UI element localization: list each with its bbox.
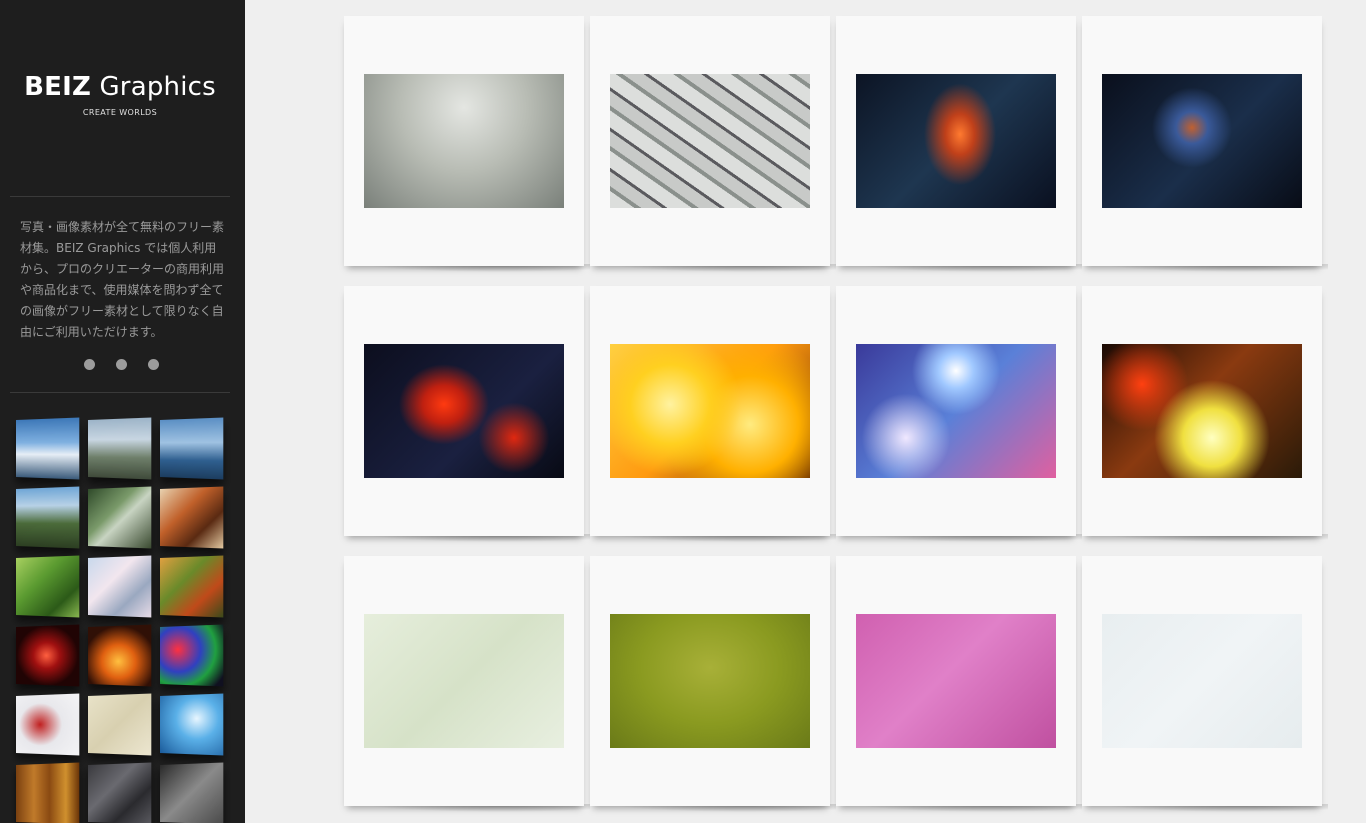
logo-title: BEIZ Graphics [0,72,240,102]
thumb-fire[interactable] [88,624,152,687]
gallery-card[interactable] [1082,16,1328,272]
site-description: 写真・画像素材が全て無料のフリー素材集。BEIZ Graphics では個人利用… [20,220,225,339]
photo-nebula-red[interactable] [364,344,564,478]
photo-cubes-runner[interactable] [364,74,564,208]
thumb-fireworks[interactable] [16,624,80,687]
gallery-grid [344,16,1328,812]
slider-dot-1[interactable] [84,359,95,370]
gallery-card[interactable] [836,286,1082,542]
thumb-stream[interactable] [88,486,152,549]
thumb-blue-glow[interactable] [160,693,224,756]
sidebar-divider-bottom [10,392,230,393]
logo-title-bold: BEIZ [24,72,91,102]
gallery-card[interactable] [344,286,590,542]
gallery-card[interactable] [1082,286,1328,542]
photo-grass-olive[interactable] [610,614,810,748]
photo-nebula-orange[interactable] [856,74,1056,208]
photo-washi-pink[interactable] [856,614,1056,748]
sidebar: BEIZ Graphics CREATE WORLDS 写真・画像素材が全て無料… [0,0,245,823]
thumb-autumn-tree[interactable] [160,486,224,549]
thumb-maple[interactable] [160,555,224,618]
thumb-gray[interactable] [160,762,224,823]
gallery-card[interactable] [590,556,836,812]
sidebar-thumbnail-grid [16,417,224,823]
thumb-cherry-blossom[interactable] [88,555,152,618]
slider-dot-3[interactable] [148,359,159,370]
thumb-paper-beige[interactable] [88,693,152,756]
thumb-green-leaves[interactable] [16,555,80,618]
slider-dots [84,359,159,370]
thumb-stone[interactable] [88,762,152,823]
photo-washi-green[interactable] [364,614,564,748]
site-logo[interactable]: BEIZ Graphics CREATE WORLDS [0,72,240,117]
thumb-sky-clouds[interactable] [16,417,80,480]
logo-title-rest: Graphics [91,72,216,102]
photo-bokeh-warm[interactable] [1102,344,1302,478]
thumb-ocean[interactable] [160,417,224,480]
photo-cubes-topdown[interactable] [610,74,810,208]
thumb-paint-splash[interactable] [16,693,80,756]
photo-nebula-blue[interactable] [1102,74,1302,208]
gallery-card[interactable] [590,286,836,542]
sidebar-divider-top [10,196,230,197]
gallery-card[interactable] [590,16,836,272]
gallery-card[interactable] [836,556,1082,812]
thumb-mountain[interactable] [88,417,152,480]
slider-dot-2[interactable] [116,359,127,370]
gallery-card[interactable] [344,556,590,812]
gallery-card[interactable] [836,16,1082,272]
thumb-wood[interactable] [16,762,80,823]
photo-bokeh-blue[interactable] [856,344,1056,478]
photo-bokeh-yellow[interactable] [610,344,810,478]
thumb-valley[interactable] [16,486,80,549]
logo-tagline: CREATE WORLDS [82,108,158,117]
photo-paper-white[interactable] [1102,614,1302,748]
gallery-card[interactable] [344,16,590,272]
gallery-card[interactable] [1082,556,1328,812]
thumb-bokeh-color[interactable] [160,624,224,687]
